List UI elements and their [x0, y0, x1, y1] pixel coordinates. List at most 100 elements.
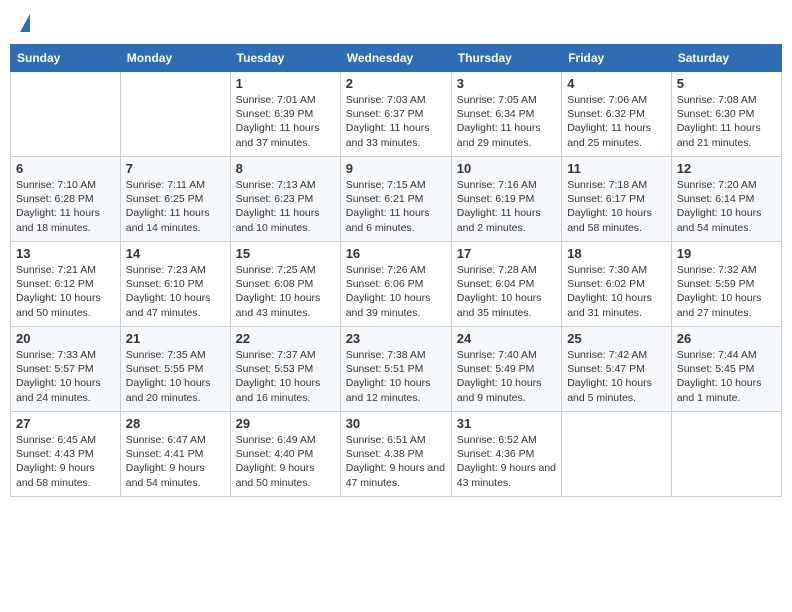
calendar-cell: 14 Sunrise: 7:23 AM Sunset: 6:10 PM Dayli… — [120, 242, 230, 327]
calendar-cell: 28Sunrise: 6:47 AM Sunset: 4:41 PM Dayli… — [120, 412, 230, 497]
date-number: 18 — [567, 246, 666, 261]
calendar-cell: 25 Sunrise: 7:42 AM Sunset: 5:47 PM Dayli… — [562, 327, 672, 412]
calendar-cell: 21 Sunrise: 7:35 AM Sunset: 5:55 PM Dayli… — [120, 327, 230, 412]
date-number: 17 — [457, 246, 556, 261]
calendar-cell: 6 Sunrise: 7:10 AM Sunset: 6:28 PM Daylig… — [11, 157, 121, 242]
date-number: 24 — [457, 331, 556, 346]
calendar-cell: 22 Sunrise: 7:37 AM Sunset: 5:53 PM Dayli… — [230, 327, 340, 412]
cell-detail: Sunrise: 7:11 AM Sunset: 6:25 PM Dayligh… — [126, 178, 225, 235]
calendar-cell: 29 Sunrise: 6:49 AM Sunset: 4:40 PM Dayli… — [230, 412, 340, 497]
date-number: 15 — [236, 246, 335, 261]
cell-detail: Sunrise: 7:30 AM Sunset: 6:02 PM Dayligh… — [567, 263, 666, 320]
date-number: 12 — [677, 161, 776, 176]
day-header-tuesday: Tuesday — [230, 45, 340, 72]
cell-detail: Sunrise: 7:42 AM Sunset: 5:47 PM Dayligh… — [567, 348, 666, 405]
date-number: 3 — [457, 76, 556, 91]
calendar-cell: 26 Sunrise: 7:44 AM Sunset: 5:45 PM Dayli… — [671, 327, 781, 412]
date-number: 6 — [16, 161, 115, 176]
day-header-sunday: Sunday — [11, 45, 121, 72]
date-number: 16 — [346, 246, 446, 261]
cell-detail: Sunrise: 7:23 AM Sunset: 6:10 PM Dayligh… — [126, 263, 225, 320]
cell-detail: Sunrise: 7:40 AM Sunset: 5:49 PM Dayligh… — [457, 348, 556, 405]
cell-detail: Sunrise: 7:35 AM Sunset: 5:55 PM Dayligh… — [126, 348, 225, 405]
calendar-cell: 2 Sunrise: 7:03 AM Sunset: 6:37 PM Daylig… — [340, 72, 451, 157]
date-number: 26 — [677, 331, 776, 346]
cell-detail: Sunrise: 6:45 AM Sunset: 4:43 PM Dayligh… — [16, 433, 115, 490]
calendar-cell — [11, 72, 121, 157]
calendar-cell — [671, 412, 781, 497]
calendar-cell: 27 Sunrise: 6:45 AM Sunset: 4:43 PM Dayli… — [11, 412, 121, 497]
cell-detail: Sunrise: 7:32 AM Sunset: 5:59 PM Dayligh… — [677, 263, 776, 320]
calendar-cell: 4 Sunrise: 7:06 AM Sunset: 6:32 PM Daylig… — [562, 72, 672, 157]
calendar-cell: 18 Sunrise: 7:30 AM Sunset: 6:02 PM Dayli… — [562, 242, 672, 327]
calendar-cell: 24 Sunrise: 7:40 AM Sunset: 5:49 PM Dayli… — [451, 327, 561, 412]
day-header-saturday: Saturday — [671, 45, 781, 72]
calendar-cell — [120, 72, 230, 157]
calendar-cell — [562, 412, 672, 497]
week-row-4: 20 Sunrise: 7:33 AM Sunset: 5:57 PM Dayli… — [11, 327, 782, 412]
calendar-cell: 12 Sunrise: 7:20 AM Sunset: 6:14 PM Dayli… — [671, 157, 781, 242]
calendar-cell: 8Sunrise: 7:13 AM Sunset: 6:23 PM Daylig… — [230, 157, 340, 242]
cell-detail: Sunrise: 7:44 AM Sunset: 5:45 PM Dayligh… — [677, 348, 776, 405]
date-number: 2 — [346, 76, 446, 91]
date-number: 22 — [236, 331, 335, 346]
calendar-cell: 19 Sunrise: 7:32 AM Sunset: 5:59 PM Dayli… — [671, 242, 781, 327]
calendar-cell: 13 Sunrise: 7:21 AM Sunset: 6:12 PM Dayli… — [11, 242, 121, 327]
cell-detail: Sunrise: 7:38 AM Sunset: 5:51 PM Dayligh… — [346, 348, 446, 405]
cell-detail: Sunrise: 6:51 AM Sunset: 4:38 PM Dayligh… — [346, 433, 446, 490]
cell-detail: Sunrise: 6:52 AM Sunset: 4:36 PM Dayligh… — [457, 433, 556, 490]
calendar-cell: 20 Sunrise: 7:33 AM Sunset: 5:57 PM Dayli… — [11, 327, 121, 412]
day-header-friday: Friday — [562, 45, 672, 72]
calendar-cell: 31 Sunrise: 6:52 AM Sunset: 4:36 PM Dayli… — [451, 412, 561, 497]
logo — [16, 14, 30, 34]
date-number: 31 — [457, 416, 556, 431]
cell-detail: Sunrise: 7:01 AM Sunset: 6:39 PM Dayligh… — [236, 93, 335, 150]
date-number: 30 — [346, 416, 446, 431]
header — [10, 10, 782, 38]
cell-detail: Sunrise: 7:25 AM Sunset: 6:08 PM Dayligh… — [236, 263, 335, 320]
date-number: 28 — [126, 416, 225, 431]
calendar-cell: 3 Sunrise: 7:05 AM Sunset: 6:34 PM Daylig… — [451, 72, 561, 157]
cell-detail: Sunrise: 7:37 AM Sunset: 5:53 PM Dayligh… — [236, 348, 335, 405]
cell-detail: Sunrise: 7:16 AM Sunset: 6:19 PM Dayligh… — [457, 178, 556, 235]
header-row: SundayMondayTuesdayWednesdayThursdayFrid… — [11, 45, 782, 72]
calendar-cell: 5Sunrise: 7:08 AM Sunset: 6:30 PM Daylig… — [671, 72, 781, 157]
date-number: 23 — [346, 331, 446, 346]
cell-detail: Sunrise: 7:06 AM Sunset: 6:32 PM Dayligh… — [567, 93, 666, 150]
day-header-monday: Monday — [120, 45, 230, 72]
week-row-3: 13 Sunrise: 7:21 AM Sunset: 6:12 PM Dayli… — [11, 242, 782, 327]
date-number: 21 — [126, 331, 225, 346]
cell-detail: Sunrise: 7:08 AM Sunset: 6:30 PM Dayligh… — [677, 93, 776, 150]
cell-detail: Sunrise: 6:49 AM Sunset: 4:40 PM Dayligh… — [236, 433, 335, 490]
calendar-cell: 23 Sunrise: 7:38 AM Sunset: 5:51 PM Dayli… — [340, 327, 451, 412]
date-number: 13 — [16, 246, 115, 261]
day-header-wednesday: Wednesday — [340, 45, 451, 72]
calendar-cell: 30 Sunrise: 6:51 AM Sunset: 4:38 PM Dayli… — [340, 412, 451, 497]
cell-detail: Sunrise: 7:10 AM Sunset: 6:28 PM Dayligh… — [16, 178, 115, 235]
date-number: 11 — [567, 161, 666, 176]
date-number: 27 — [16, 416, 115, 431]
date-number: 4 — [567, 76, 666, 91]
cell-detail: Sunrise: 7:15 AM Sunset: 6:21 PM Dayligh… — [346, 178, 446, 235]
calendar-cell: 11 Sunrise: 7:18 AM Sunset: 6:17 PM Dayli… — [562, 157, 672, 242]
date-number: 9 — [346, 161, 446, 176]
week-row-1: 1Sunrise: 7:01 AM Sunset: 6:39 PM Daylig… — [11, 72, 782, 157]
cell-detail: Sunrise: 7:21 AM Sunset: 6:12 PM Dayligh… — [16, 263, 115, 320]
cell-detail: Sunrise: 7:28 AM Sunset: 6:04 PM Dayligh… — [457, 263, 556, 320]
cell-detail: Sunrise: 7:05 AM Sunset: 6:34 PM Dayligh… — [457, 93, 556, 150]
cell-detail: Sunrise: 7:13 AM Sunset: 6:23 PM Dayligh… — [236, 178, 335, 235]
date-number: 19 — [677, 246, 776, 261]
calendar-cell: 7Sunrise: 7:11 AM Sunset: 6:25 PM Daylig… — [120, 157, 230, 242]
calendar-cell: 1Sunrise: 7:01 AM Sunset: 6:39 PM Daylig… — [230, 72, 340, 157]
cell-detail: Sunrise: 7:03 AM Sunset: 6:37 PM Dayligh… — [346, 93, 446, 150]
cell-detail: Sunrise: 7:33 AM Sunset: 5:57 PM Dayligh… — [16, 348, 115, 405]
cell-detail: Sunrise: 7:20 AM Sunset: 6:14 PM Dayligh… — [677, 178, 776, 235]
calendar-cell: 10 Sunrise: 7:16 AM Sunset: 6:19 PM Dayli… — [451, 157, 561, 242]
cell-detail: Sunrise: 7:18 AM Sunset: 6:17 PM Dayligh… — [567, 178, 666, 235]
date-number: 29 — [236, 416, 335, 431]
calendar-cell: 15 Sunrise: 7:25 AM Sunset: 6:08 PM Dayli… — [230, 242, 340, 327]
date-number: 10 — [457, 161, 556, 176]
date-number: 25 — [567, 331, 666, 346]
date-number: 14 — [126, 246, 225, 261]
date-number: 20 — [16, 331, 115, 346]
